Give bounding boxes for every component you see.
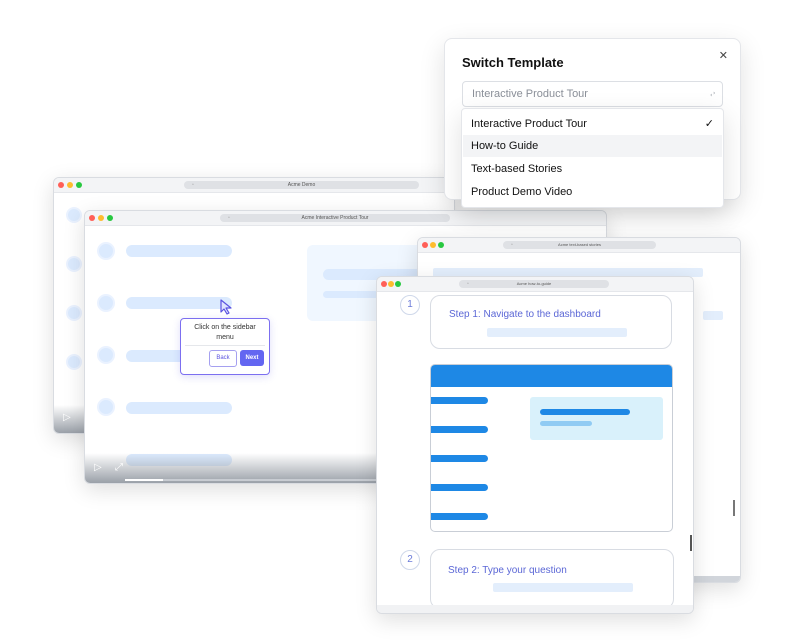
window-title: Acme how-to-guide (516, 281, 552, 286)
titlebar: ▫ Acme Demo (54, 178, 454, 193)
list-item-bar (126, 350, 186, 362)
list-item-avatar (97, 242, 115, 260)
option-how-to-guide[interactable]: How-to Guide (463, 135, 722, 157)
close-dot[interactable] (381, 281, 387, 287)
titlebar: ▫ Acme Interactive Product Tour (85, 211, 606, 226)
mockup-sidebar-item (431, 455, 488, 462)
list-item-avatar (66, 354, 82, 370)
fullscreen-icon[interactable]: ⤢ (115, 462, 123, 473)
content-bar (703, 311, 723, 320)
mockup-card-bar (540, 409, 630, 415)
minimize-dot[interactable] (98, 215, 104, 221)
step-placeholder-bar (487, 328, 627, 337)
mockup-sidebar-item (431, 484, 488, 491)
window-title: Acme Interactive Product Tour (301, 215, 369, 221)
panel-title: Switch Template (462, 55, 564, 70)
mockup-card-bar (540, 421, 592, 426)
step-card: Step 2: Type your question (430, 549, 674, 609)
tour-tooltip: Click on the sidebar menu Back Next (180, 318, 270, 375)
option-label: Product Demo Video (471, 186, 573, 198)
option-label: Interactive Product Tour (471, 118, 587, 130)
option-text-based-stories[interactable]: Text-based Stories (463, 158, 722, 180)
tooltip-divider (185, 345, 265, 346)
close-icon[interactable]: ✕ (719, 49, 728, 62)
mockup-sidebar-item (431, 426, 488, 433)
scrollbar[interactable] (690, 535, 692, 551)
window-title: Acme Demo (287, 182, 316, 188)
maximize-dot[interactable] (107, 215, 113, 221)
list-item-bar (126, 297, 232, 309)
list-item-avatar (66, 305, 82, 321)
titlebar: ▫ Acme text-based stories (418, 238, 740, 253)
minimize-dot[interactable] (67, 182, 73, 188)
list-item-avatar (97, 346, 115, 364)
template-select[interactable]: Interactive Product Tour ⌃⌄ (462, 81, 723, 107)
step-title: Step 2: Type your question (448, 565, 567, 576)
next-button[interactable]: Next (240, 350, 264, 366)
step-card: Step 1: Navigate to the dashboard (430, 295, 672, 349)
list-item-bar (126, 245, 232, 257)
close-dot[interactable] (422, 242, 428, 248)
option-label: Text-based Stories (471, 163, 563, 175)
close-dot[interactable] (58, 182, 64, 188)
step-number: 1 (400, 295, 420, 315)
minimize-dot[interactable] (430, 242, 436, 248)
url-bar[interactable]: ▫ Acme Demo (184, 181, 419, 189)
bottom-bar (377, 605, 693, 613)
lock-icon: ▫ (228, 215, 230, 221)
play-icon[interactable]: ▷ (94, 462, 102, 473)
titlebar: ▫ Acme how-to-guide (377, 277, 693, 292)
list-item-avatar (66, 256, 82, 272)
mockup-card (530, 397, 663, 440)
lock-icon: ▫ (511, 242, 513, 248)
list-item-avatar (97, 294, 115, 312)
back-button[interactable]: Back (209, 350, 237, 367)
scrollbar[interactable] (733, 500, 735, 516)
window-title: Acme text-based stories (558, 242, 601, 247)
cursor-arrow-icon (220, 299, 232, 315)
how-to-guide-window: ▫ Acme how-to-guide 1 Step 1: Navigate t… (376, 276, 694, 614)
close-dot[interactable] (89, 215, 95, 221)
option-product-demo-video[interactable]: Product Demo Video (463, 181, 722, 203)
maximize-dot[interactable] (395, 281, 401, 287)
step-number: 2 (400, 550, 420, 570)
list-item-avatar (66, 207, 82, 223)
lock-icon: ▫ (467, 281, 469, 287)
template-options-dropdown: Interactive Product Tour ✓ How-to Guide … (461, 108, 724, 208)
mockup-header (431, 365, 672, 387)
list-item-avatar (97, 398, 115, 416)
dashboard-mockup (430, 364, 673, 532)
minimize-dot[interactable] (388, 281, 394, 287)
option-label: How-to Guide (471, 140, 539, 152)
check-icon: ✓ (704, 118, 714, 130)
play-icon[interactable]: ▷ (63, 412, 71, 423)
lock-icon: ▫ (192, 182, 194, 188)
step-title: Step 1: Navigate to the dashboard (449, 309, 601, 320)
mockup-sidebar-item (431, 513, 488, 520)
chevron-up-down-icon: ⌃⌄ (708, 90, 715, 95)
mockup-sidebar-item (431, 397, 488, 404)
list-item-bar (126, 402, 232, 414)
url-bar[interactable]: ▫ Acme Interactive Product Tour (220, 214, 450, 222)
maximize-dot[interactable] (438, 242, 444, 248)
tooltip-text: Click on the sidebar menu (194, 324, 256, 341)
step-placeholder-bar (493, 583, 633, 592)
progress-fill (125, 479, 164, 481)
url-bar[interactable]: ▫ Acme how-to-guide (459, 280, 609, 288)
select-value: Interactive Product Tour (472, 88, 588, 100)
option-interactive-product-tour[interactable]: Interactive Product Tour ✓ (463, 113, 722, 135)
maximize-dot[interactable] (76, 182, 82, 188)
url-bar[interactable]: ▫ Acme text-based stories (503, 241, 656, 249)
